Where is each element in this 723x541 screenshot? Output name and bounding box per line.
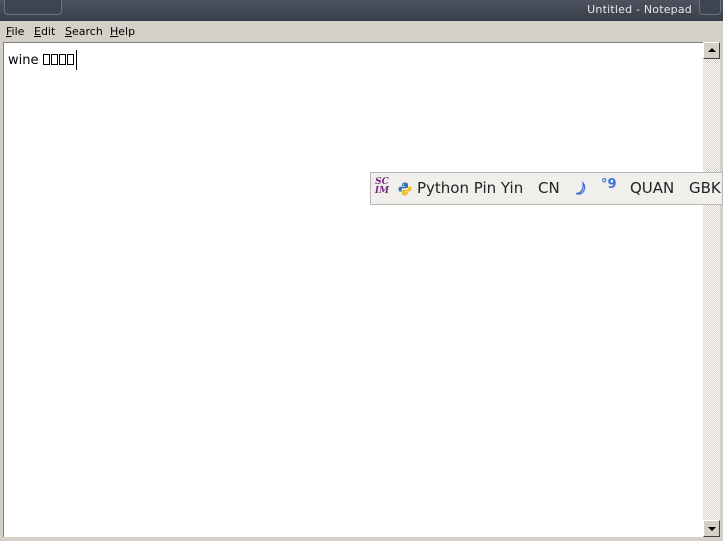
width-mode-toggle[interactable]: QUAN (630, 179, 674, 197)
encoding-label[interactable]: GBK (689, 179, 721, 197)
title-bar[interactable]: Untitled - Notepad (0, 0, 723, 21)
scroll-down-button[interactable] (703, 520, 720, 537)
python-icon[interactable] (398, 182, 412, 196)
editor-text: wine (8, 53, 43, 68)
quote-icon[interactable]: °9 (601, 177, 617, 192)
window-menu-tab[interactable] (4, 0, 62, 15)
missing-glyph-box (66, 54, 74, 65)
text-editor[interactable]: wine (3, 42, 703, 537)
vertical-scrollbar[interactable] (703, 42, 720, 537)
scim-logo-icon[interactable]: SC IM (373, 178, 391, 198)
moon-icon[interactable] (574, 181, 588, 197)
missing-glyph-box (42, 54, 50, 65)
unrenderable-glyphs (42, 53, 75, 68)
input-method-label[interactable]: Python Pin Yin (417, 179, 523, 197)
scroll-up-button[interactable] (703, 42, 720, 59)
text-caret (75, 50, 77, 70)
window-controls-tab[interactable] (699, 0, 721, 15)
window-border-bottom (0, 537, 723, 541)
language-mode-toggle[interactable]: CN (538, 179, 560, 197)
menu-bar: File Edit Search Help (0, 21, 723, 42)
menu-edit[interactable]: Edit (34, 25, 55, 38)
menu-help[interactable]: Help (110, 25, 135, 38)
ime-toolbar[interactable]: SC IM Python Pin Yin CN °9 QUAN GBK (370, 172, 723, 205)
missing-glyph-box (58, 54, 66, 65)
editor-content[interactable]: wine (8, 50, 77, 70)
arrow-down-icon (708, 527, 716, 531)
missing-glyph-box (50, 54, 58, 65)
arrow-up-icon (708, 48, 716, 52)
menu-file[interactable]: File (6, 25, 24, 38)
window-title: Untitled - Notepad (587, 3, 692, 16)
menu-search[interactable]: Search (65, 25, 103, 38)
